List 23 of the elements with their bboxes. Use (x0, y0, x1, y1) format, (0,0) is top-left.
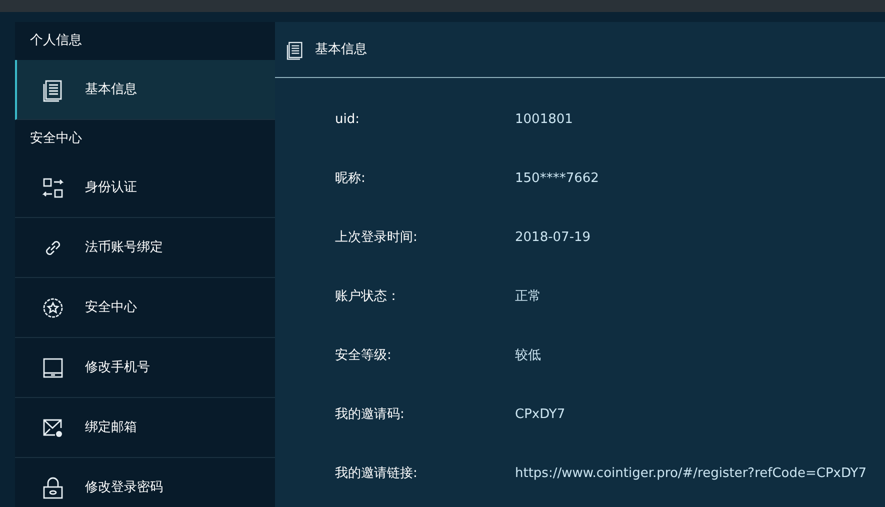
field-value: 150****7662 (515, 170, 599, 188)
document-list-icon (285, 40, 305, 60)
field-label: 账户状态： (335, 288, 401, 306)
section-heading: 个人信息 (30, 32, 82, 50)
field-label: 我的邀请码: (335, 406, 406, 424)
field-value: 正常 (515, 288, 541, 306)
field-value: 2018-07-19 (515, 229, 591, 247)
field-value: 较低 (515, 347, 541, 365)
section-heading: 安全中心 (30, 130, 82, 148)
field-label: 上次登录时间: (335, 229, 418, 247)
field-value: https://www.cointiger.pro/#/register?refCode=CPxDY7 (515, 465, 867, 483)
field-label: uid: (335, 111, 360, 129)
star-badge-icon (41, 296, 65, 320)
panel-title: 基本信息 (315, 40, 367, 59)
sidebar-item[interactable]: 基本信息 (15, 60, 275, 120)
field-label: 我的邀请链接: (335, 465, 418, 483)
field-value: 1001801 (515, 111, 573, 129)
field-value: CPxDY7 (515, 406, 566, 424)
lock-icon (41, 476, 65, 500)
tablet-icon (41, 356, 65, 380)
field-label: 安全等级: (335, 347, 392, 365)
field-label: 昵称: (335, 170, 366, 188)
swap-arrows-icon (41, 176, 65, 200)
